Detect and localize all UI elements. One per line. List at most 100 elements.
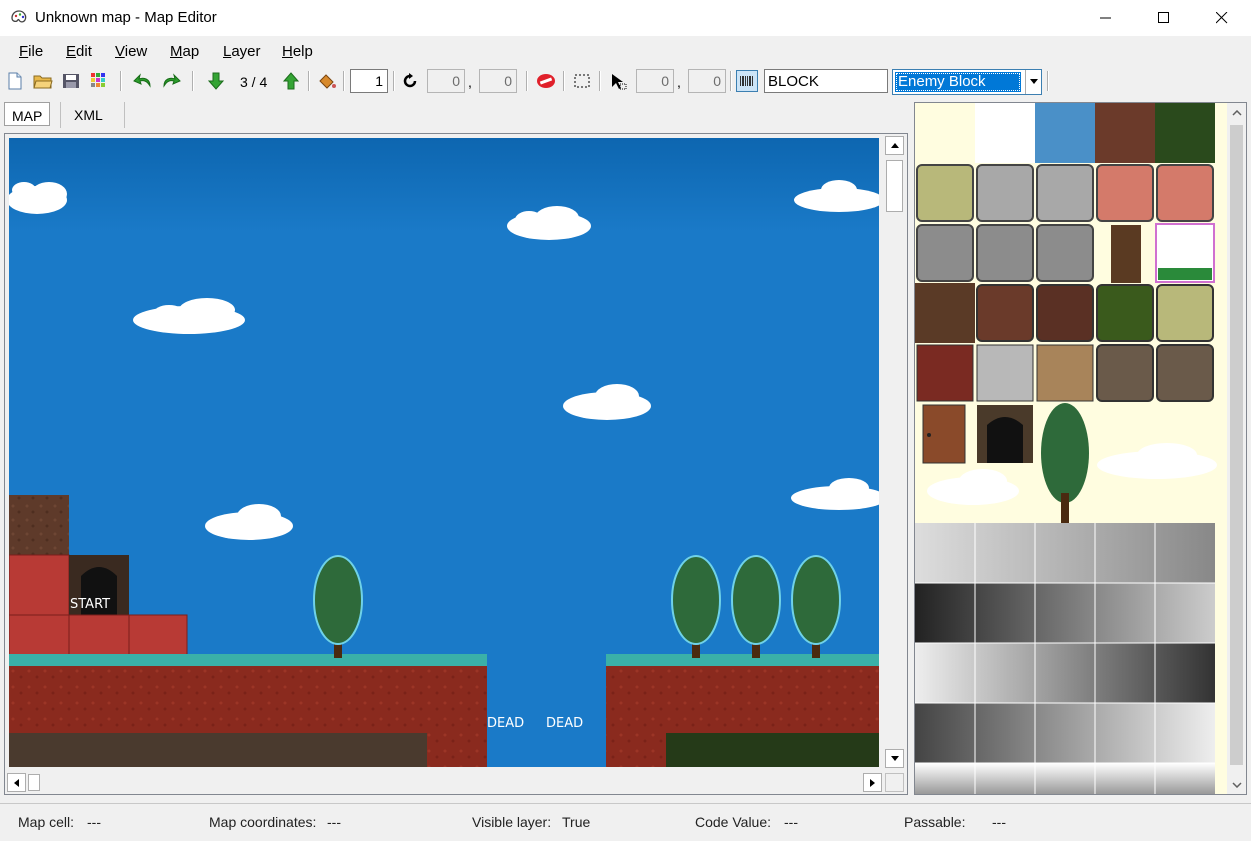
grass-strip — [606, 654, 879, 666]
scroll-thumb[interactable] — [28, 774, 40, 791]
layer-down-button[interactable] — [205, 70, 227, 92]
palette-scrollbar[interactable] — [1227, 103, 1246, 794]
tile-sand-block[interactable] — [1156, 284, 1214, 342]
scroll-thumb[interactable] — [886, 160, 903, 212]
scroll-down-button[interactable] — [1227, 775, 1246, 794]
tile-red-block[interactable] — [1156, 164, 1214, 222]
menu-file-mnemonic: F — [19, 43, 29, 60]
code-tool-button[interactable] — [736, 70, 758, 92]
scroll-right-button[interactable] — [863, 773, 882, 792]
tile-red-block[interactable] — [1096, 164, 1154, 222]
scroll-down-button[interactable] — [885, 749, 904, 768]
tile-door[interactable] — [922, 404, 966, 464]
map-horizontal-scrollbar[interactable] — [7, 773, 883, 792]
coord-separator: , — [677, 74, 681, 90]
tile-white[interactable] — [975, 103, 1035, 163]
tile-wood-crate[interactable] — [1036, 344, 1094, 402]
tile-grid — [915, 103, 1227, 794]
tile-value-input[interactable]: 1 — [350, 69, 388, 93]
tile-sky[interactable] — [1035, 103, 1095, 163]
tile-wood-plank[interactable] — [1156, 344, 1214, 402]
tab-map[interactable]: MAP — [4, 102, 51, 126]
menu-view[interactable]: View — [115, 43, 147, 60]
tile-moss[interactable] — [1155, 103, 1215, 163]
maximize-button[interactable] — [1135, 0, 1193, 36]
toolbar-separator — [343, 71, 345, 91]
tile-empty[interactable] — [915, 103, 975, 163]
save-map-button[interactable] — [60, 70, 82, 92]
tile-moss-block[interactable] — [1096, 284, 1154, 342]
erase-button[interactable] — [535, 70, 557, 92]
tile-gradient[interactable] — [915, 583, 1215, 643]
grass-strip — [9, 654, 487, 666]
status-bar: Map cell: --- Map coordinates: --- Visib… — [0, 803, 1251, 841]
tile-metal-block[interactable] — [976, 224, 1034, 282]
rotate-icon — [403, 73, 417, 88]
tile-gradient[interactable] — [915, 703, 1215, 763]
tile-grass-selected[interactable] — [1155, 223, 1215, 283]
tile-wood-plank[interactable] — [1096, 344, 1154, 402]
minimize-button[interactable] — [1077, 0, 1135, 36]
map-canvas[interactable]: START DEAD DEAD — [9, 138, 879, 767]
new-map-button[interactable] — [4, 70, 26, 92]
menu-edit[interactable]: Edit — [66, 43, 92, 60]
menu-file[interactable]: File — [19, 43, 43, 60]
title-bar: Unknown map - Map Editor — [0, 0, 1251, 36]
tile-tree-trunk[interactable] — [1111, 225, 1141, 283]
select-y-input[interactable]: 0 — [688, 69, 726, 93]
new-file-icon — [8, 72, 22, 90]
scroll-up-button[interactable] — [1227, 103, 1246, 122]
tile-stone-block[interactable] — [1036, 164, 1094, 222]
tile-gradient[interactable] — [915, 763, 1215, 794]
rotate-button[interactable] — [399, 70, 421, 92]
menu-edit-mnemonic: E — [66, 43, 77, 60]
menu-help[interactable]: Help — [282, 43, 313, 60]
toolbar-separator — [192, 71, 194, 91]
select-x-input[interactable]: 0 — [636, 69, 674, 93]
undo-button[interactable] — [132, 70, 154, 92]
block-type-select[interactable]: Enemy Block — [892, 69, 1042, 95]
tile-metal-block[interactable] — [1036, 224, 1094, 282]
menu-map[interactable]: Map — [170, 43, 199, 60]
tile-sand-block[interactable] — [916, 164, 974, 222]
tile-gradient[interactable] — [915, 643, 1215, 703]
cloud — [9, 182, 67, 214]
open-map-button[interactable] — [32, 70, 54, 92]
close-icon — [1216, 12, 1228, 24]
selection-rect-icon — [574, 74, 590, 88]
select-tool-button[interactable] — [571, 70, 593, 92]
tile-stone-wall[interactable] — [976, 344, 1034, 402]
tile-stone-block[interactable] — [976, 164, 1034, 222]
dropdown-button[interactable] — [1025, 70, 1041, 94]
tileset-button[interactable] — [88, 70, 110, 92]
scroll-left-button[interactable] — [7, 773, 26, 792]
start-door-tile: START — [69, 555, 129, 615]
fill-tool-button[interactable] — [316, 70, 338, 92]
scroll-up-button[interactable] — [885, 136, 904, 155]
tile-cave[interactable] — [977, 405, 1033, 463]
redo-button[interactable] — [160, 70, 182, 92]
tab-xml[interactable]: XML — [67, 102, 110, 126]
rotate-y-input[interactable]: 0 — [479, 69, 517, 93]
toolbar-separator — [120, 71, 122, 91]
tile-dirt[interactable] — [1095, 103, 1155, 163]
map-vertical-scrollbar[interactable] — [885, 136, 904, 768]
tile-dirt-block[interactable] — [1036, 284, 1094, 342]
offset-tool-button[interactable] — [607, 70, 629, 92]
menu-layer[interactable]: Layer — [223, 43, 261, 60]
menu-layer-label: ayer — [231, 43, 261, 60]
tile-dirt-block[interactable] — [976, 284, 1034, 342]
menu-edit-label: dit — [76, 43, 92, 60]
code-text-input[interactable]: BLOCK — [764, 69, 888, 93]
layer-up-button[interactable] — [280, 70, 302, 92]
arrow-left-icon — [14, 778, 19, 787]
tile-metal-block[interactable] — [916, 224, 974, 282]
arrow-down-icon — [890, 756, 899, 761]
close-button[interactable] — [1193, 0, 1251, 36]
tile-brick-wall[interactable] — [916, 344, 974, 402]
scroll-thumb[interactable] — [1230, 125, 1243, 765]
code-value-value: --- — [784, 814, 798, 830]
rotate-x-input[interactable]: 0 — [427, 69, 465, 93]
tile-gradient[interactable] — [915, 523, 1215, 583]
tile-grass-dirt[interactable] — [915, 283, 975, 343]
